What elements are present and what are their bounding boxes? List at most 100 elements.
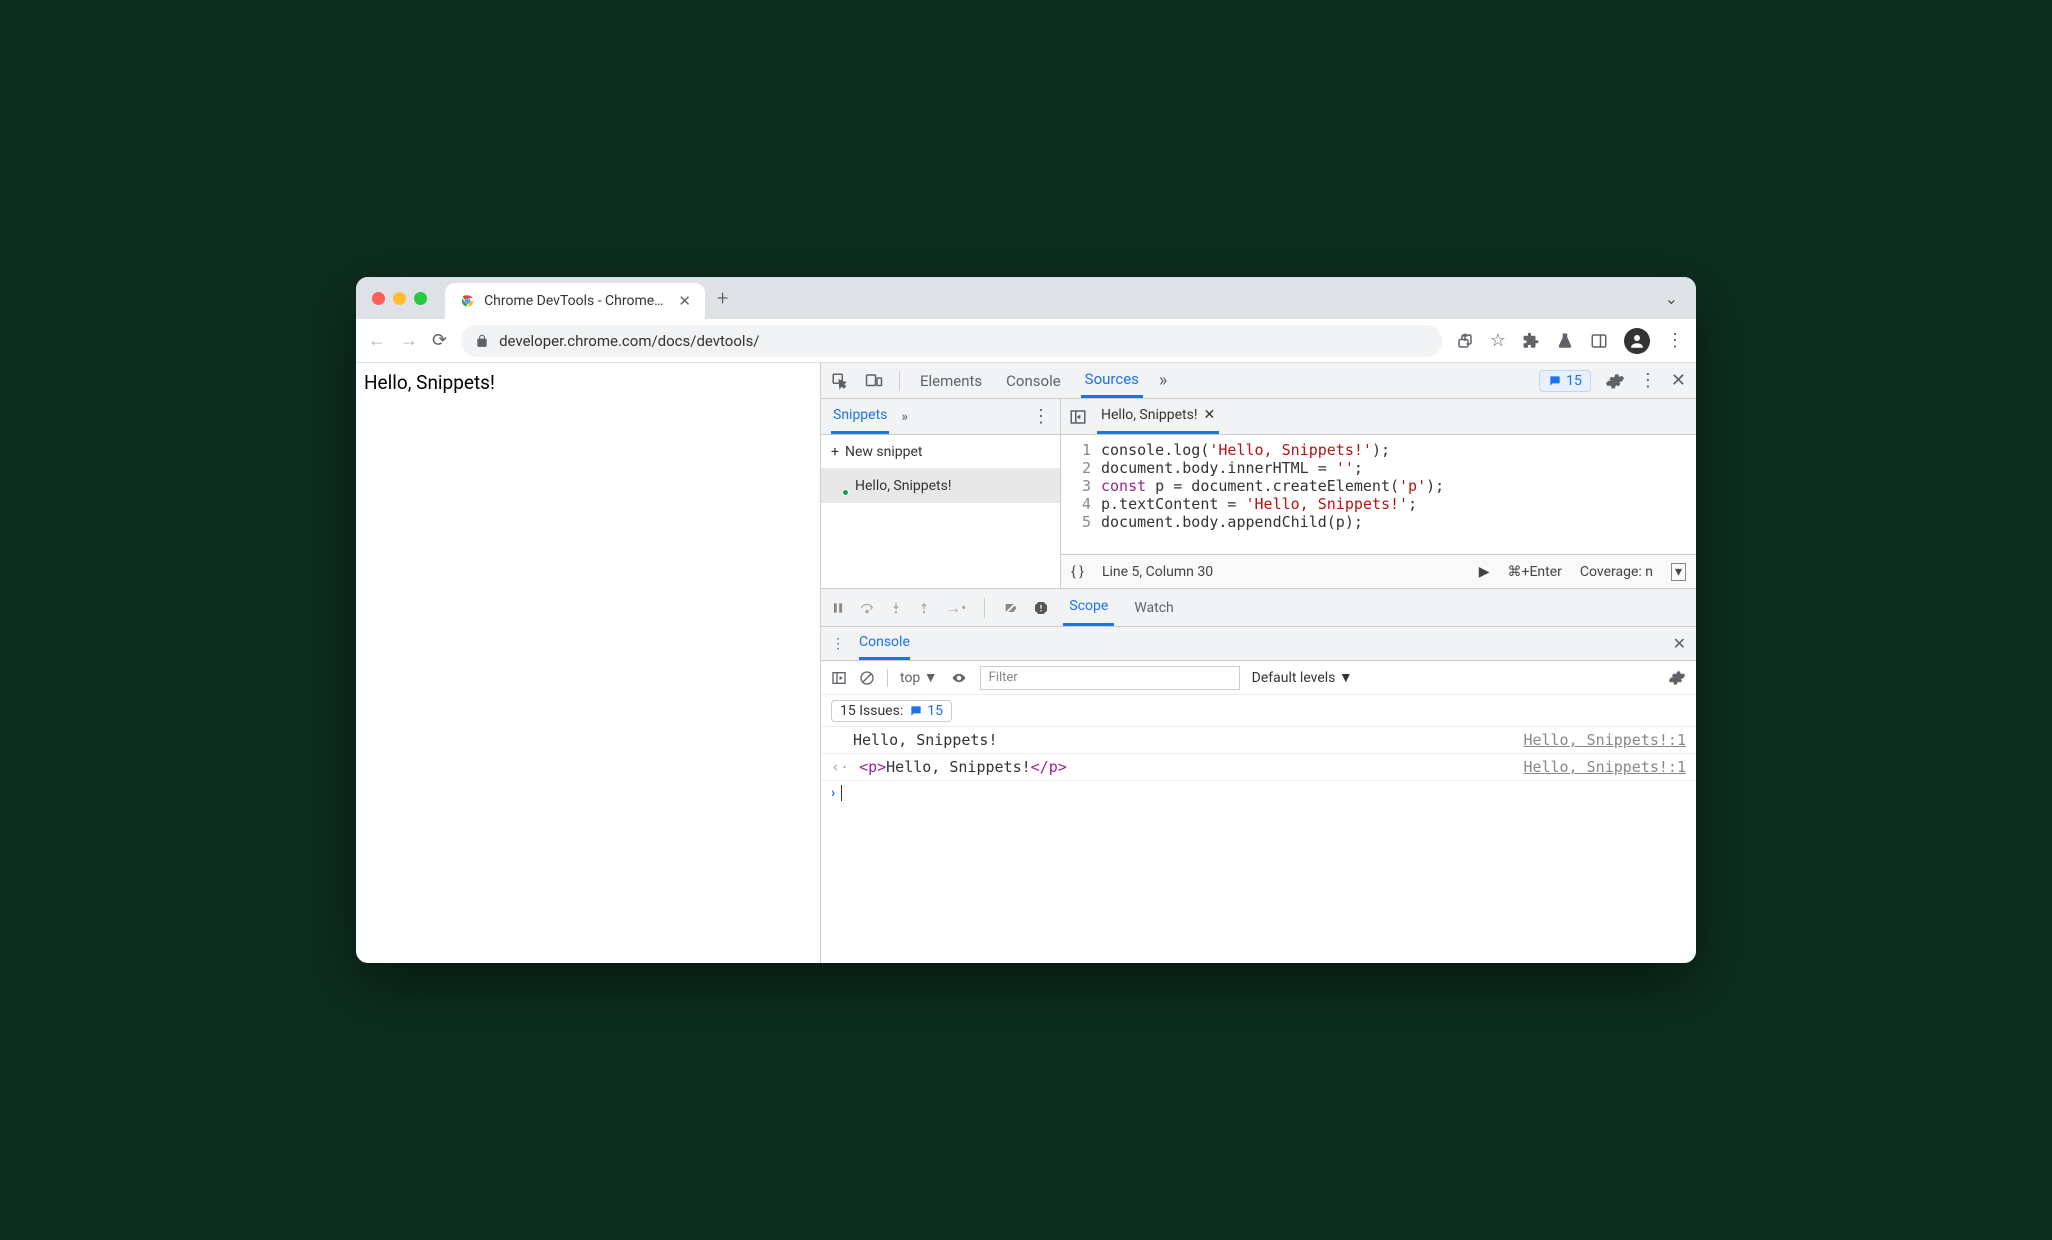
tab-sources[interactable]: Sources <box>1081 363 1143 398</box>
code-line[interactable]: 1console.log('Hello, Snippets!'); <box>1061 441 1696 459</box>
snippet-file-icon <box>831 478 847 494</box>
context-selector[interactable]: top ▼ <box>900 669 938 686</box>
address-bar: ← → ⟳ developer.chrome.com/docs/devtools… <box>356 319 1696 363</box>
snippets-pane: Snippets » ⋮ + New snippet Hello, Snippe… <box>821 399 1061 588</box>
message-icon <box>909 704 923 718</box>
devtools-close-icon[interactable]: ✕ <box>1671 370 1686 391</box>
address-actions: ☆ ⋮ <box>1456 328 1684 354</box>
close-tab-button[interactable]: ✕ <box>678 292 691 310</box>
code-line[interactable]: 2document.body.innerHTML = ''; <box>1061 459 1696 477</box>
page-text: Hello, Snippets! <box>364 371 495 394</box>
log-source[interactable]: Hello, Snippets!:1 <box>1523 758 1686 776</box>
editor-filename-tab[interactable]: Hello, Snippets! ✕ <box>1097 399 1219 434</box>
console-filter-input[interactable]: Filter <box>980 666 1240 690</box>
log-source[interactable]: Hello, Snippets!:1 <box>1523 731 1686 749</box>
drawer-menu-icon[interactable]: ⋮ <box>831 636 845 652</box>
console-sidebar-toggle-icon[interactable] <box>831 670 847 686</box>
log-row: ‹·<p>Hello, Snippets!</p>Hello, Snippets… <box>821 754 1696 781</box>
navigator-toggle-icon[interactable] <box>1069 408 1087 426</box>
bookmark-icon[interactable]: ☆ <box>1490 330 1506 351</box>
drawer-close-icon[interactable]: ✕ <box>1673 634 1686 653</box>
omnibox[interactable]: developer.chrome.com/docs/devtools/ <box>461 325 1442 357</box>
new-snippet-label: New snippet <box>845 444 923 460</box>
step-icon[interactable]: →• <box>945 598 966 618</box>
tabs-chevron-icon[interactable]: ⌄ <box>1665 289 1686 308</box>
snippets-menu-icon[interactable]: ⋮ <box>1032 406 1050 427</box>
pretty-print-icon[interactable]: { } <box>1071 564 1084 580</box>
step-into-icon[interactable] <box>889 601 903 615</box>
snippets-tabs: Snippets » ⋮ <box>821 399 1060 435</box>
menu-button[interactable]: ⋮ <box>1666 330 1684 351</box>
code-line[interactable]: 4p.textContent = 'Hello, Snippets!'; <box>1061 495 1696 513</box>
clear-console-icon[interactable] <box>859 670 875 686</box>
tab-console[interactable]: Console <box>1002 363 1065 398</box>
console-drawer: ⋮ Console ✕ top ▼ Filter Default levels … <box>821 627 1696 963</box>
code-editor[interactable]: 1console.log('Hello, Snippets!');2docume… <box>1061 435 1696 554</box>
device-toggle-icon[interactable] <box>865 372 883 390</box>
issues-badge[interactable]: 15 <box>1539 370 1591 392</box>
settings-icon[interactable] <box>1605 371 1625 391</box>
devtools-menu-icon[interactable]: ⋮ <box>1639 370 1657 391</box>
drawer-console-tab[interactable]: Console <box>859 627 910 660</box>
issues-count: 15 <box>1566 373 1582 389</box>
message-icon <box>1548 374 1562 388</box>
drawer-tabs: ⋮ Console ✕ <box>821 627 1696 661</box>
log-levels-selector[interactable]: Default levels ▼ <box>1252 669 1353 686</box>
new-snippet-button[interactable]: + New snippet <box>821 435 1060 469</box>
editor-pane: Hello, Snippets! ✕ 1console.log('Hello, … <box>1061 399 1696 588</box>
tab-watch[interactable]: Watch <box>1128 589 1179 626</box>
cursor-position: Line 5, Column 30 <box>1102 564 1213 580</box>
snippet-item[interactable]: Hello, Snippets! <box>821 469 1060 503</box>
editor-tabs: Hello, Snippets! ✕ <box>1061 399 1696 435</box>
console-toolbar: top ▼ Filter Default levels ▼ <box>821 661 1696 695</box>
tab-elements[interactable]: Elements <box>916 363 986 398</box>
coverage-dropdown-icon[interactable]: ▾ <box>1671 563 1686 581</box>
snippets-more-icon[interactable]: » <box>901 409 908 425</box>
prompt-chevron-icon: › <box>831 785 835 801</box>
deactivate-breakpoints-icon[interactable] <box>1003 600 1019 616</box>
issues-label: 15 Issues: <box>840 703 903 719</box>
code-line[interactable]: 3const p = document.createElement('p'); <box>1061 477 1696 495</box>
maximize-window-button[interactable] <box>414 292 427 305</box>
close-window-button[interactable] <box>372 292 385 305</box>
snippet-name: Hello, Snippets! <box>855 478 951 494</box>
sidepanel-icon[interactable] <box>1590 332 1608 350</box>
coverage-label: Coverage: n <box>1580 564 1653 580</box>
editor-filename: Hello, Snippets! <box>1101 407 1197 423</box>
snippets-tab-label[interactable]: Snippets <box>831 399 889 434</box>
content-area: Hello, Snippets! Elements Console Source… <box>356 363 1696 963</box>
labs-icon[interactable] <box>1556 332 1574 350</box>
page-viewport: Hello, Snippets! <box>356 363 821 963</box>
console-prompt[interactable]: › <box>821 781 1696 805</box>
console-settings-icon[interactable] <box>1668 669 1686 687</box>
reload-button[interactable]: ⟳ <box>432 330 447 351</box>
step-over-icon[interactable] <box>859 601 875 615</box>
issues-chip[interactable]: 15 Issues: 15 <box>831 700 952 722</box>
forward-button[interactable]: → <box>400 330 418 351</box>
editor-status-bar: { } Line 5, Column 30 ▶ ⌘+Enter Coverage… <box>1061 554 1696 588</box>
tab-scope[interactable]: Scope <box>1063 589 1114 626</box>
close-file-icon[interactable]: ✕ <box>1203 407 1215 423</box>
more-tabs-icon[interactable]: » <box>1159 370 1167 391</box>
step-out-icon[interactable] <box>917 601 931 615</box>
pause-exceptions-icon[interactable] <box>1033 600 1049 616</box>
profile-avatar[interactable] <box>1624 328 1650 354</box>
browser-tab[interactable]: Chrome DevTools - Chrome De ✕ <box>445 283 705 319</box>
console-log: Hello, Snippets!Hello, Snippets!:1‹·<p>H… <box>821 727 1696 781</box>
run-icon[interactable]: ▶ <box>1479 564 1490 580</box>
window-controls <box>372 292 427 305</box>
new-tab-button[interactable]: + <box>717 286 728 310</box>
issues-row: 15 Issues: 15 <box>821 695 1696 727</box>
run-shortcut: ⌘+Enter <box>1508 564 1562 580</box>
minimize-window-button[interactable] <box>393 292 406 305</box>
log-row: Hello, Snippets!Hello, Snippets!:1 <box>821 727 1696 754</box>
live-expression-icon[interactable] <box>950 671 968 685</box>
devtools-toolbar: Elements Console Sources » 15 ⋮ ✕ <box>821 363 1696 399</box>
code-line[interactable]: 5document.body.appendChild(p); <box>1061 513 1696 531</box>
pause-icon[interactable] <box>831 601 845 615</box>
extensions-icon[interactable] <box>1522 332 1540 350</box>
share-icon[interactable] <box>1456 332 1474 350</box>
debug-toolbar: →• Scope Watch <box>821 589 1696 627</box>
back-button[interactable]: ← <box>368 330 386 351</box>
inspect-icon[interactable] <box>831 372 849 390</box>
